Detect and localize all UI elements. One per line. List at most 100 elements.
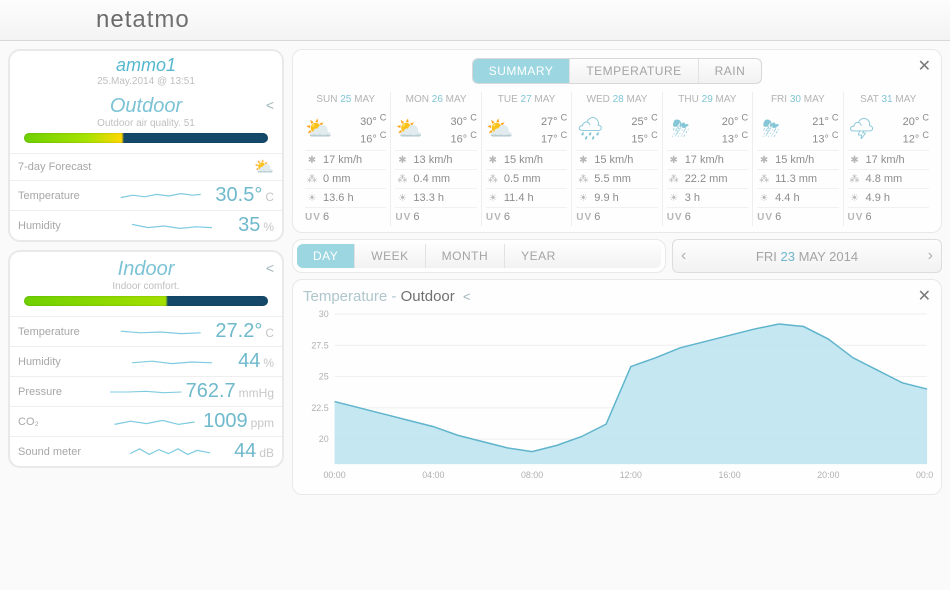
uv-icon: UV xyxy=(486,212,500,223)
row-indoor-sound[interactable]: Sound meter 44dB xyxy=(10,436,282,466)
weather-icon: ⛅ xyxy=(395,116,423,142)
label-forecast: 7-day Forecast xyxy=(18,161,106,173)
forecast-day[interactable]: WED 28 MAY🌧25° C15° C✱15 km/h⁂5.5 mm☀9.9… xyxy=(572,92,662,226)
close-icon[interactable]: ✕ xyxy=(918,56,931,76)
svg-text:08:00: 08:00 xyxy=(521,470,543,480)
chevron-left-icon[interactable]: ‹ xyxy=(681,247,686,265)
range-row: DAY WEEK MONTH YEAR ‹ FRI 23 MAY 2014 › xyxy=(292,239,942,273)
rain-icon: ⁂ xyxy=(305,174,319,185)
share-icon[interactable]: < xyxy=(459,289,471,304)
station-name: ammo1 xyxy=(10,55,282,76)
tab-month[interactable]: MONTH xyxy=(426,244,506,268)
weather-icon: ⛅ xyxy=(486,116,514,142)
svg-text:20: 20 xyxy=(319,434,329,444)
forecast-panel: ✕ SUMMARY TEMPERATURE RAIN SUN 25 MAY⛅30… xyxy=(292,49,942,233)
uv-icon: UV xyxy=(395,212,409,223)
range-tabs-panel: DAY WEEK MONTH YEAR xyxy=(292,239,666,273)
tab-week[interactable]: WEEK xyxy=(355,244,425,268)
date-pager[interactable]: ‹ FRI 23 MAY 2014 › xyxy=(672,239,942,273)
forecast-tabs: SUMMARY TEMPERATURE RAIN xyxy=(301,58,933,84)
forecast-day[interactable]: THU 29 MAY⛈20° C13° C✱17 km/h⁂22.2 mm☀3 … xyxy=(663,92,753,226)
sidebar: ammo1 25.May.2014 @ 13:51 < Outdoor Outd… xyxy=(8,49,284,495)
row-indoor-co2[interactable]: CO₂ 1009ppm xyxy=(10,406,282,436)
indoor-comfort-bar xyxy=(24,296,268,306)
outdoor-quality-bar xyxy=(24,133,268,143)
weather-icon: 🌧 xyxy=(576,116,604,142)
wind-icon: ✱ xyxy=(667,155,681,166)
weather-icon: ⛈ xyxy=(667,116,695,142)
graph-panel: ✕ Temperature - Outdoor < 20 22.5 25 27.5 30… xyxy=(292,279,942,495)
indoor-subtitle: Indoor comfort. xyxy=(16,281,276,292)
indoor-card: < Indoor Indoor comfort. Temperature 27.… xyxy=(8,250,284,468)
tab-day[interactable]: DAY xyxy=(297,244,355,268)
uv-icon: UV xyxy=(757,212,771,223)
uv-icon: UV xyxy=(305,212,319,223)
weather-icon: ⛅ xyxy=(305,116,333,142)
sun-icon: ☀ xyxy=(848,193,862,204)
forecast-grid: SUN 25 MAY⛅30° C16° C✱17 km/h⁂0 mm☀13.6 … xyxy=(301,92,933,226)
sun-icon: ☀ xyxy=(486,193,500,204)
wind-icon: ✱ xyxy=(576,155,590,166)
rain-icon: ⁂ xyxy=(757,174,771,185)
sun-icon: ☀ xyxy=(576,193,590,204)
sun-icon: ☀ xyxy=(667,193,681,204)
uv-icon: UV xyxy=(576,212,590,223)
sun-icon: ☀ xyxy=(395,193,409,204)
row-indoor-pressure[interactable]: Pressure 762.7mmHg xyxy=(10,376,282,406)
svg-text:27.5: 27.5 xyxy=(311,341,328,351)
svg-text:20:00: 20:00 xyxy=(817,470,839,480)
row-forecast[interactable]: 7-day Forecast ⛅ xyxy=(10,153,282,180)
value-outdoor-humidity: 35% xyxy=(238,214,274,237)
svg-text:00:00: 00:00 xyxy=(916,470,933,480)
weather-icon: 🌩 xyxy=(848,116,876,142)
main-area: ✕ SUMMARY TEMPERATURE RAIN SUN 25 MAY⛅30… xyxy=(284,49,942,495)
label-temp: Temperature xyxy=(18,190,106,202)
label-humidity: Humidity xyxy=(18,220,106,232)
forecast-day[interactable]: MON 26 MAY⛅30° C16° C✱13 km/h⁂0.4 mm☀13.… xyxy=(391,92,481,226)
svg-text:30: 30 xyxy=(319,309,329,319)
svg-text:25: 25 xyxy=(319,372,329,382)
svg-text:04:00: 04:00 xyxy=(422,470,444,480)
outdoor-title: Outdoor xyxy=(16,95,276,118)
wind-icon: ✱ xyxy=(757,155,771,166)
tab-temperature[interactable]: TEMPERATURE xyxy=(570,59,698,83)
app-body: ammo1 25.May.2014 @ 13:51 < Outdoor Outd… xyxy=(0,41,950,495)
weather-icon: ⛈ xyxy=(757,116,785,142)
svg-text:00:00: 00:00 xyxy=(323,470,345,480)
wind-icon: ✱ xyxy=(395,155,409,166)
tab-year[interactable]: YEAR xyxy=(505,244,572,268)
forecast-day[interactable]: TUE 27 MAY⛅27° C17° C✱15 km/h⁂0.5 mm☀11.… xyxy=(482,92,572,226)
forecast-day[interactable]: SUN 25 MAY⛅30° C16° C✱17 km/h⁂0 mm☀13.6 … xyxy=(301,92,391,226)
row-outdoor-temp[interactable]: Temperature 30.5°C xyxy=(10,180,282,210)
rain-icon: ⁂ xyxy=(395,174,409,185)
svg-text:16:00: 16:00 xyxy=(718,470,740,480)
indoor-title: Indoor xyxy=(16,258,276,281)
current-date: FRI 23 MAY 2014 xyxy=(756,249,858,264)
temperature-chart[interactable]: 2022.52527.53000:0004:0008:0012:0016:002… xyxy=(301,305,933,485)
value-outdoor-temp: 30.5°C xyxy=(215,184,274,207)
share-icon[interactable]: < xyxy=(266,260,274,276)
brand-bar: netatmo xyxy=(0,0,950,41)
rain-icon: ⁂ xyxy=(486,174,500,185)
row-indoor-humidity[interactable]: Humidity 44% xyxy=(10,346,282,376)
tab-summary[interactable]: SUMMARY xyxy=(473,59,571,83)
forecast-day[interactable]: FRI 30 MAY⛈21° C13° C✱15 km/h⁂11.3 mm☀4.… xyxy=(753,92,843,226)
spark-outdoor-temp xyxy=(110,188,211,204)
close-icon[interactable]: ✕ xyxy=(918,286,931,306)
uv-icon: UV xyxy=(667,212,681,223)
tab-rain[interactable]: RAIN xyxy=(699,59,762,83)
outdoor-module-header: < Outdoor Outdoor air quality. 51 xyxy=(10,89,282,153)
sun-icon: ☀ xyxy=(757,193,771,204)
share-icon[interactable]: < xyxy=(266,97,274,113)
graph-title: Temperature - Outdoor < xyxy=(301,286,933,305)
brand-logo: netatmo xyxy=(96,6,190,33)
indoor-module-header: < Indoor Indoor comfort. xyxy=(10,252,282,316)
row-outdoor-humidity[interactable]: Humidity 35% xyxy=(10,210,282,240)
row-indoor-temp[interactable]: Temperature 27.2°C xyxy=(10,316,282,346)
chevron-right-icon[interactable]: › xyxy=(928,247,933,265)
station-header: ammo1 25.May.2014 @ 13:51 xyxy=(10,51,282,89)
svg-text:22.5: 22.5 xyxy=(311,403,328,413)
sun-icon: ☀ xyxy=(305,193,319,204)
rain-icon: ⁂ xyxy=(848,174,862,185)
forecast-day[interactable]: SAT 31 MAY🌩20° C12° C✱17 km/h⁂4.8 mm☀4.9… xyxy=(844,92,933,226)
